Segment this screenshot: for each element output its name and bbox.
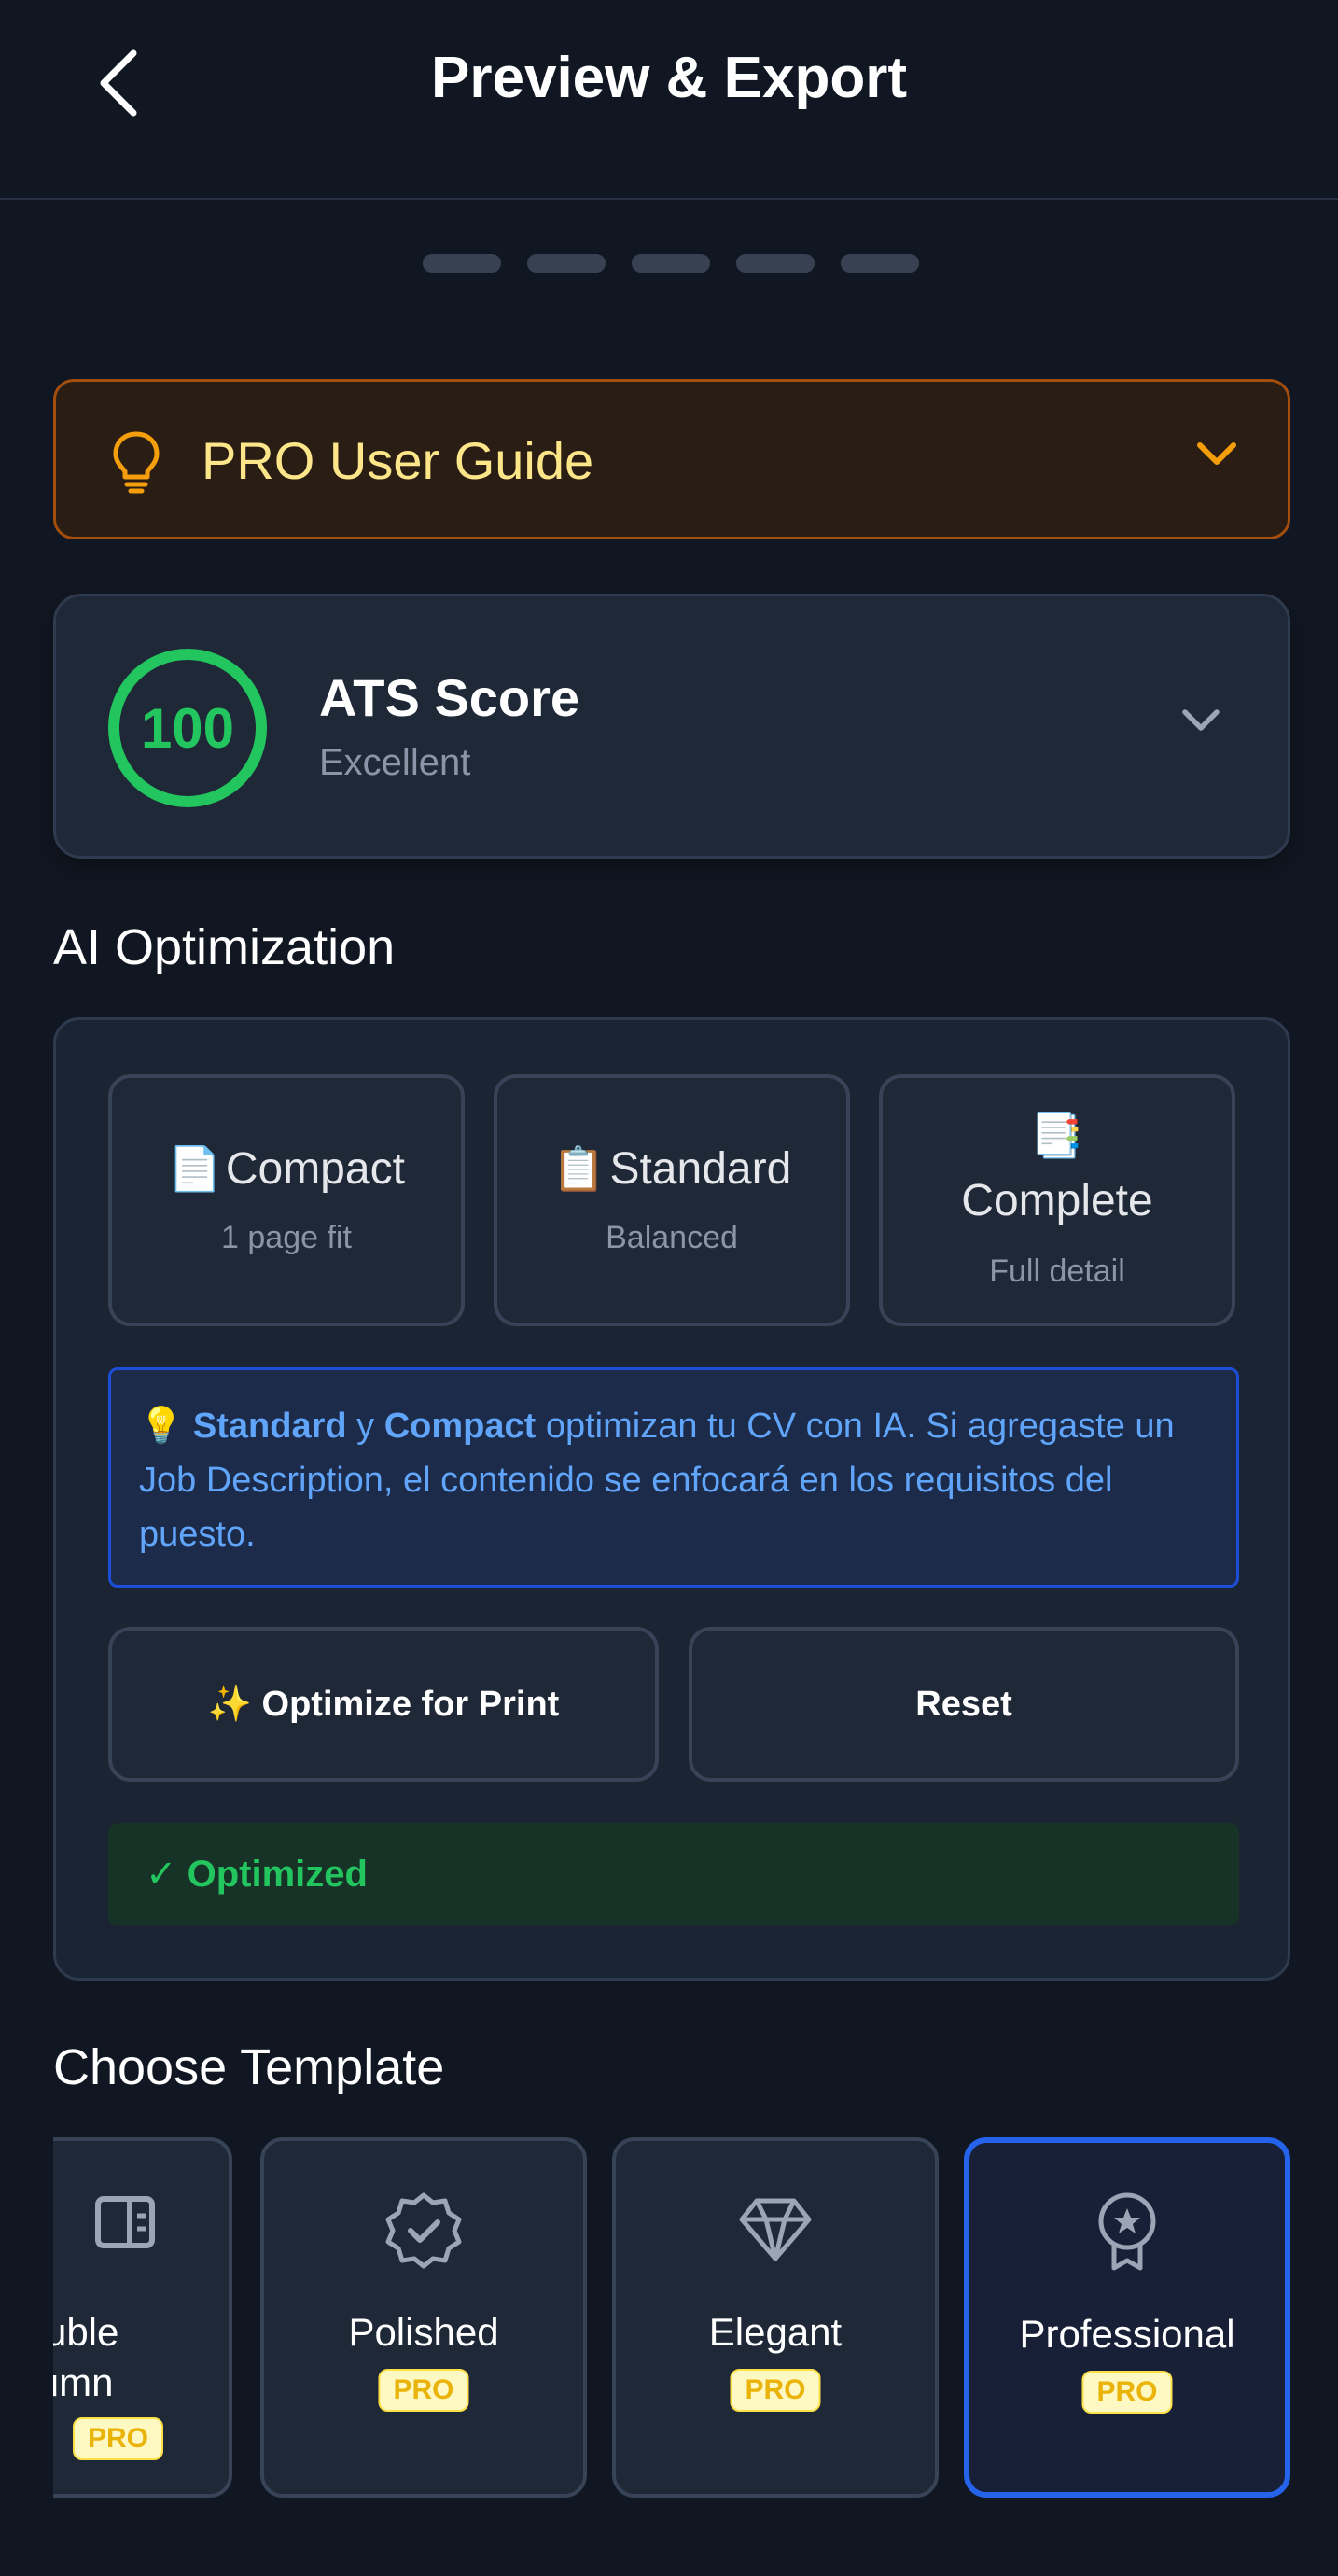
step-dot	[632, 254, 710, 273]
pro-badge: PRO	[378, 2369, 469, 2412]
gem-icon-wrap	[616, 2190, 935, 2268]
ats-score-ring: 100	[108, 649, 267, 807]
pro-user-guide-accordion[interactable]: PRO User Guide	[53, 379, 1290, 539]
ai-optimization-panel: 📄 Compact 1 page fit 📋 Standard Balanced…	[53, 1017, 1290, 1981]
columns-icon-wrap	[53, 2190, 229, 2255]
mode-desc: 1 page fit	[221, 1220, 352, 1255]
ats-score-title: ATS Score	[319, 668, 580, 727]
note-conj: y	[346, 1407, 384, 1446]
ats-score-card[interactable]: 100 ATS Score Excellent	[53, 594, 1290, 859]
award-icon	[1098, 2192, 1156, 2271]
mode-name: Compact	[225, 1144, 405, 1194]
mode-compact-button[interactable]: 📄 Compact 1 page fit	[108, 1074, 465, 1326]
template-name: Polished	[348, 2310, 499, 2354]
step-dot	[736, 254, 815, 273]
optimize-for-print-button[interactable]: ✨ Optimize for Print	[108, 1627, 659, 1782]
note-bold-compact: Compact	[383, 1407, 537, 1446]
step-dot	[841, 254, 919, 273]
pro-badge: PRO	[72, 2417, 163, 2460]
ai-optimization-title: AI Optimization	[53, 919, 396, 975]
template-professional[interactable]: Professional PRO	[964, 2137, 1290, 2498]
badge-check-icon	[385, 2192, 462, 2269]
chevron-down-icon	[1182, 709, 1220, 731]
choose-template-title: Choose Template	[53, 2039, 445, 2095]
guide-label: PRO User Guide	[202, 431, 594, 490]
template-name: Professional	[1019, 2312, 1235, 2356]
optimized-status: ✓ Optimized	[108, 1823, 1239, 1925]
mode-name: Complete	[961, 1176, 1153, 1225]
bookmark-tabs-icon: 📑	[1030, 1110, 1084, 1160]
step-dot	[527, 254, 606, 273]
template-carousel[interactable]: ouble lumn PRO Polished PRO Elegant PRO	[53, 2134, 1290, 2507]
columns-icon	[95, 2196, 155, 2248]
pro-badge: PRO	[730, 2369, 821, 2412]
mode-standard-heading: 📋 Standard	[497, 1143, 846, 1195]
pro-badge: PRO	[1081, 2371, 1173, 2414]
mode-desc: Full detail	[989, 1253, 1125, 1289]
step-dot	[423, 254, 501, 273]
template-elegant[interactable]: Elegant PRO	[612, 2137, 939, 2498]
template-name: ouble lumn	[53, 2310, 119, 2404]
mode-complete-button[interactable]: 📑 Complete Full detail	[879, 1074, 1235, 1326]
mode-name: Standard	[609, 1144, 792, 1194]
document-icon: 📄	[168, 1143, 222, 1194]
gem-icon	[739, 2198, 812, 2261]
award-icon-wrap	[969, 2190, 1285, 2272]
badge-icon-wrap	[264, 2190, 583, 2272]
page-title: Preview & Export	[431, 46, 907, 110]
note-bold-standard: Standard	[192, 1407, 347, 1446]
mode-compact-heading: 📄 Compact	[112, 1143, 461, 1195]
template-name: Elegant	[708, 2310, 843, 2354]
chevron-down-icon	[1197, 442, 1236, 465]
reset-button[interactable]: Reset	[689, 1627, 1239, 1782]
ats-score-rating: Excellent	[319, 742, 471, 783]
mode-standard-button[interactable]: 📋 Standard Balanced	[494, 1074, 850, 1326]
clipboard-icon: 📋	[551, 1143, 606, 1194]
lightbulb-icon: 💡	[139, 1405, 184, 1446]
lightbulb-icon	[113, 431, 160, 494]
template-double-column[interactable]: ouble lumn PRO	[53, 2137, 232, 2498]
template-polished[interactable]: Polished PRO	[260, 2137, 587, 2498]
mode-desc: Balanced	[606, 1220, 738, 1255]
ai-info-note: 💡 Standard y Compact optimizan tu CV con…	[108, 1367, 1239, 1588]
header: Preview & Export	[0, 0, 1338, 200]
step-indicator	[423, 254, 919, 273]
